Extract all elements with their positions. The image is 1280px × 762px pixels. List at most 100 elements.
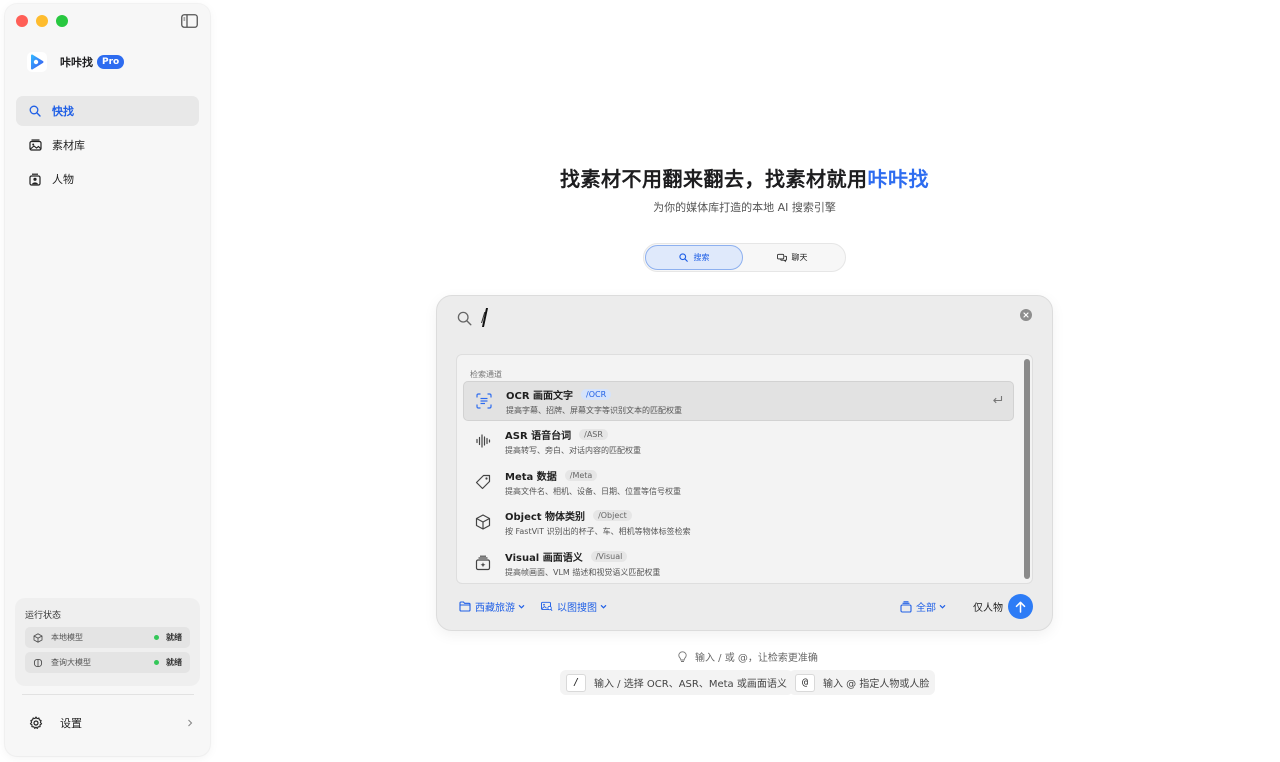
folder-select-button[interactable]: 西藏旅游 xyxy=(459,599,525,614)
channel-desc: 提高文件名、相机、设备、日期、位置等信号权重 xyxy=(505,486,681,496)
chevron-down-icon xyxy=(518,603,525,610)
clear-search-button[interactable] xyxy=(1020,309,1032,321)
channel-tag: /OCR xyxy=(581,388,612,400)
sidebar-toggle-icon[interactable] xyxy=(181,13,199,29)
zoom-window-button[interactable] xyxy=(56,15,68,27)
close-window-button[interactable] xyxy=(16,15,28,27)
brand: 咔咔找 Pro xyxy=(27,52,125,72)
status-title: 运行状态 xyxy=(25,611,62,621)
close-icon xyxy=(1023,312,1029,318)
channel-name: Object 物体类别 xyxy=(505,512,586,524)
sidebar-item-media-library[interactable]: 素材库 xyxy=(16,130,199,160)
channel-desc: 提高帧画面、VLM 描述和视觉语义匹配权重 xyxy=(505,567,661,577)
folder-label: 西藏旅游 xyxy=(475,603,515,614)
search-panel: 检索通道 OCR 画面文字 /OCR 提高字幕、招牌、屏幕文字等识别文本的匹配权… xyxy=(436,295,1053,631)
status-label: 本地模型 xyxy=(51,633,83,642)
tab-search-label: 搜索 xyxy=(693,253,710,262)
chevron-down-icon xyxy=(600,603,607,610)
slash-key: / xyxy=(566,673,586,692)
image-search-label: 以图搜图 xyxy=(557,603,597,614)
arrow-up-icon xyxy=(1015,601,1026,613)
people-only-toggle[interactable]: 仅人物 xyxy=(973,599,1003,614)
status-value: 就绪 xyxy=(166,658,182,667)
channel-name: Meta 数据 xyxy=(505,471,557,483)
gear-icon xyxy=(29,716,43,730)
status-dot xyxy=(154,635,159,640)
status-row-local-model: 本地模型 就绪 xyxy=(25,627,190,648)
channel-item-object[interactable]: Object 物体类别 /Object 按 FastViT 识别出的杯子、车、相… xyxy=(463,503,1014,543)
search-input[interactable] xyxy=(481,307,1001,329)
app-name: 咔咔找 xyxy=(60,56,93,69)
search-panel-footer: 西藏旅游 以图搜图 全部 仅人物 xyxy=(437,594,1052,619)
hero-title: 找素材不用翻来翻去，找素材就用咔咔找 xyxy=(0,163,1280,192)
at-key: @ xyxy=(795,673,815,692)
waveform-icon xyxy=(475,433,492,450)
channel-tag: /ASR xyxy=(579,429,608,441)
submit-search-button[interactable] xyxy=(1008,594,1033,619)
hero-title-accent: 咔咔找 xyxy=(867,167,929,191)
search-icon xyxy=(678,252,689,263)
settings-label: 设置 xyxy=(60,717,82,730)
status-value: 就绪 xyxy=(166,633,182,642)
app-logo-icon xyxy=(27,52,47,72)
tab-search[interactable]: 搜索 xyxy=(645,245,743,270)
sidebar-divider xyxy=(22,694,194,695)
status-label: 查询大模型 xyxy=(51,658,91,667)
hero-subtitle: 为你的媒体库打造的本地 AI 搜索引擎 xyxy=(653,201,836,214)
channel-desc: 提高字幕、招牌、屏幕文字等识别文本的匹配权重 xyxy=(506,405,682,415)
brain-icon xyxy=(33,658,43,668)
channel-name: Visual 画面语义 xyxy=(505,552,583,564)
window-controls xyxy=(16,15,68,27)
sidebar-item-label: 素材库 xyxy=(52,139,85,152)
channel-item-ocr[interactable]: OCR 画面文字 /OCR 提高字幕、招牌、屏幕文字等识别文本的匹配权重 xyxy=(463,381,1014,421)
sidebar-item-label: 快找 xyxy=(52,105,74,118)
scope-select-button[interactable]: 全部 xyxy=(900,599,946,614)
stack-icon xyxy=(900,600,912,613)
channel-desc: 按 FastViT 识别出的杯子、车、相机等物体标签检索 xyxy=(505,527,691,537)
status-row-query-llm: 查询大模型 就绪 xyxy=(25,652,190,673)
search-icon xyxy=(29,105,42,118)
search-icon xyxy=(457,311,472,326)
hint-at-chip: @ 输入 @ 指定人物或人脸 xyxy=(789,670,936,695)
channel-item-meta[interactable]: Meta 数据 /Meta 提高文件名、相机、设备、日期、位置等信号权重 xyxy=(463,462,1014,502)
tab-chat[interactable]: 聊天 xyxy=(743,245,841,270)
hero-title-main: 找素材不用翻来翻去，找素材就用 xyxy=(560,167,868,191)
cube-icon xyxy=(475,514,492,531)
hint-at-text: 输入 @ 指定人物或人脸 xyxy=(823,679,930,690)
text-scan-icon xyxy=(476,392,493,410)
scope-label: 全部 xyxy=(916,603,936,614)
image-search-icon xyxy=(541,601,553,613)
channel-dropdown: 检索通道 OCR 画面文字 /OCR 提高字幕、招牌、屏幕文字等识别文本的匹配权… xyxy=(456,354,1033,584)
sidebar-item-quick-search[interactable]: 快找 xyxy=(16,96,199,126)
tag-icon xyxy=(475,474,492,491)
minimize-window-button[interactable] xyxy=(36,15,48,27)
mode-switch: 搜索 聊天 xyxy=(643,243,846,272)
channel-name: ASR 语音台词 xyxy=(505,431,572,443)
hint-slash-text: 输入 / 选择 OCR、ASR、Meta 或画面语义 xyxy=(594,679,787,690)
cube-icon xyxy=(33,632,43,643)
lightbulb-icon xyxy=(678,650,688,663)
hint-main: 输入 / 或 @，让检索更准确 xyxy=(678,649,818,664)
settings-button[interactable]: 设置 xyxy=(22,712,194,734)
pro-badge: Pro xyxy=(97,55,125,69)
hint-main-text: 输入 / 或 @，让检索更准确 xyxy=(695,653,818,664)
return-key-icon xyxy=(992,395,1003,406)
channel-heading: 检索通道 xyxy=(470,370,502,379)
channel-item-asr[interactable]: ASR 语音台词 /ASR 提高转写、旁白、对话内容的匹配权重 xyxy=(463,422,1014,462)
image-search-button[interactable]: 以图搜图 xyxy=(541,599,607,614)
chat-bubbles-icon xyxy=(776,253,787,263)
channel-scrollbar[interactable] xyxy=(1024,359,1030,579)
tab-chat-label: 聊天 xyxy=(791,253,808,262)
channel-list: OCR 画面文字 /OCR 提高字幕、招牌、屏幕文字等识别文本的匹配权重 ASR… xyxy=(463,381,1014,583)
channel-tag: /Object xyxy=(593,510,632,522)
hint-slash-chip: / 输入 / 选择 OCR、ASR、Meta 或画面语义 xyxy=(560,670,793,695)
runtime-status-card: 运行状态 本地模型 就绪 查询大模型 就绪 xyxy=(16,599,199,685)
channel-item-visual[interactable]: Visual 画面语义 /Visual 提高帧画面、VLM 描述和视觉语义匹配权… xyxy=(463,543,1014,583)
folder-icon xyxy=(459,600,471,613)
chevron-right-icon xyxy=(186,719,194,727)
visual-stack-icon xyxy=(475,555,492,572)
media-library-icon xyxy=(29,138,42,152)
status-dot xyxy=(154,660,159,665)
channel-tag: /Visual xyxy=(590,550,628,562)
chevron-down-icon xyxy=(939,603,946,610)
